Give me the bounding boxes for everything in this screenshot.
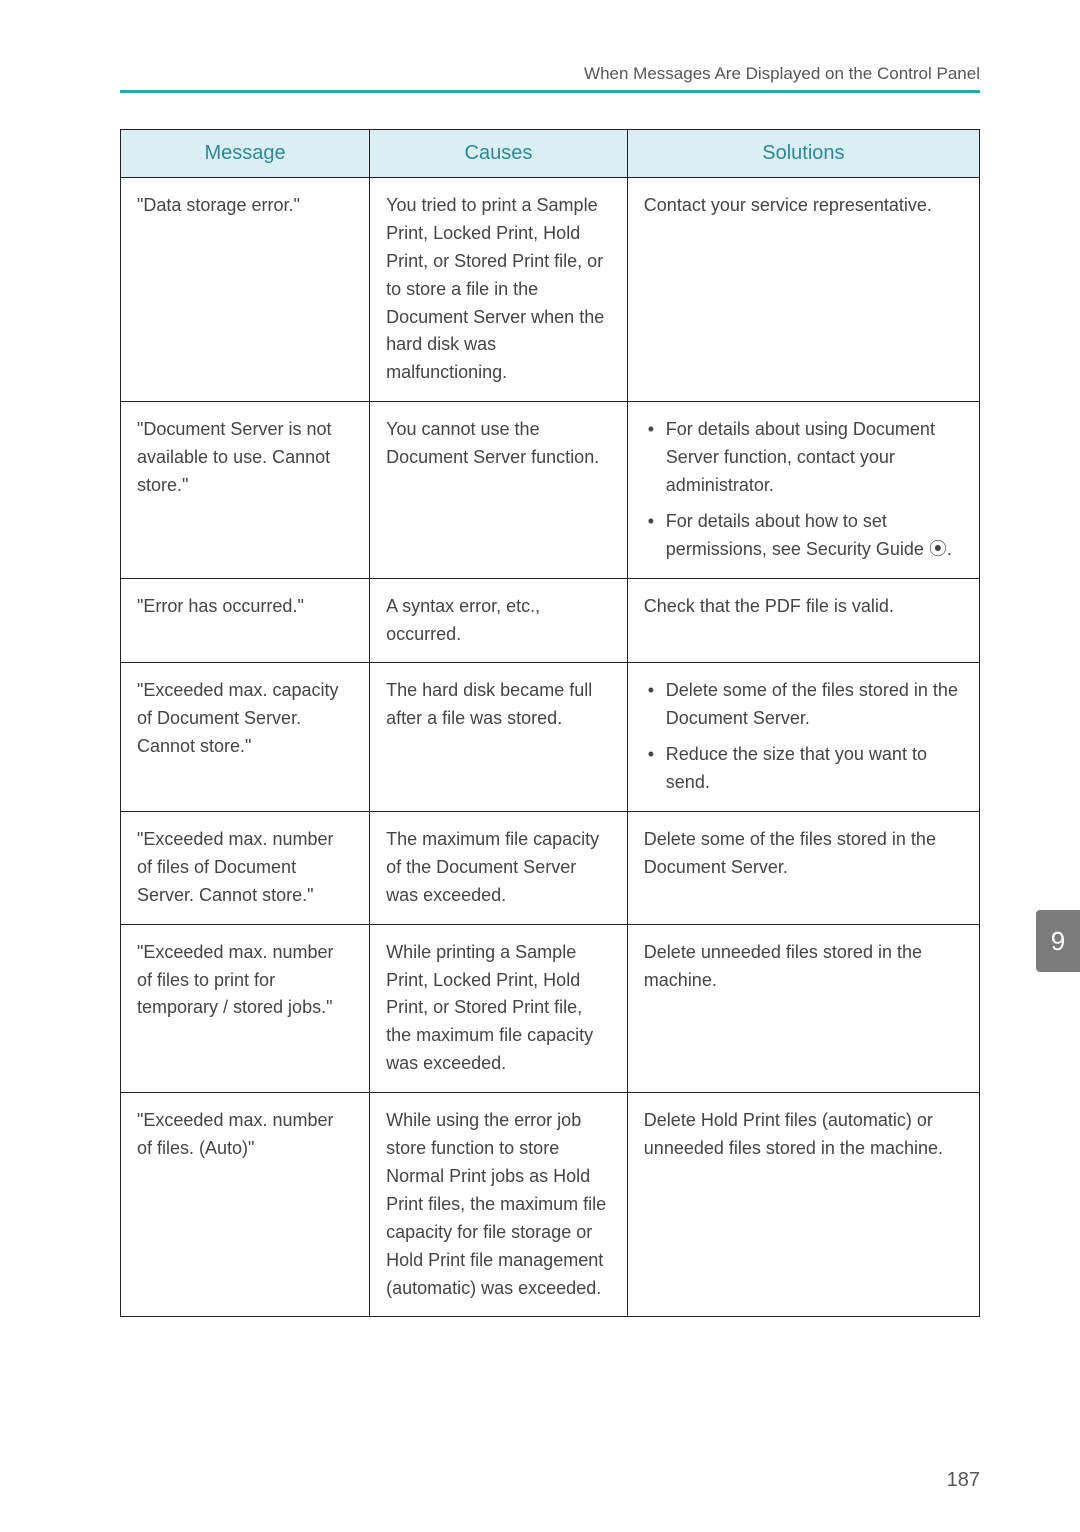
cell-solutions: Check that the PDF file is valid. xyxy=(627,578,979,663)
cell-message: "Data storage error." xyxy=(121,178,370,402)
troubleshooting-table: Message Causes Solutions "Data storage e… xyxy=(120,129,980,1317)
cell-message: "Exceeded max. number of files to print … xyxy=(121,924,370,1092)
cell-causes: While using the error job store function… xyxy=(370,1093,628,1317)
table-row: "Exceeded max. number of files. (Auto)" … xyxy=(121,1093,980,1317)
cell-message: "Exceeded max. number of files. (Auto)" xyxy=(121,1093,370,1317)
cell-causes: You tried to print a Sample Print, Locke… xyxy=(370,178,628,402)
cell-solutions: Contact your service representative. xyxy=(627,178,979,402)
list-item: For details about how to set permissions… xyxy=(644,508,963,564)
cell-message: "Exceeded max. capacity of Document Serv… xyxy=(121,663,370,812)
list-item: For details about using Document Server … xyxy=(644,416,963,500)
solutions-list: Delete some of the files stored in the D… xyxy=(644,677,963,797)
cell-solutions: Delete some of the files stored in the D… xyxy=(627,663,979,812)
header-rule xyxy=(120,90,980,93)
table-row: "Document Server is not available to use… xyxy=(121,402,980,578)
solutions-list: For details about using Document Server … xyxy=(644,416,963,563)
page-header: When Messages Are Displayed on the Contr… xyxy=(120,64,980,93)
cell-causes: You cannot use the Document Server funct… xyxy=(370,402,628,578)
page-number: 187 xyxy=(947,1469,980,1492)
cell-causes: The maximum file capacity of the Documen… xyxy=(370,812,628,925)
running-title: When Messages Are Displayed on the Contr… xyxy=(120,64,980,90)
col-header-message: Message xyxy=(121,130,370,178)
list-item: Reduce the size that you want to send. xyxy=(644,741,963,797)
table-row: "Exceeded max. capacity of Document Serv… xyxy=(121,663,980,812)
list-item-text: For details about how to set permissions… xyxy=(666,511,952,559)
table-row: "Error has occurred." A syntax error, et… xyxy=(121,578,980,663)
table-row: "Exceeded max. number of files to print … xyxy=(121,924,980,1092)
table-row: "Exceeded max. number of files of Docume… xyxy=(121,812,980,925)
cell-solutions: For details about using Document Server … xyxy=(627,402,979,578)
cell-message: "Exceeded max. number of files of Docume… xyxy=(121,812,370,925)
section-tab: 9 xyxy=(1036,910,1080,972)
col-header-causes: Causes xyxy=(370,130,628,178)
cell-solutions: Delete unneeded files stored in the mach… xyxy=(627,924,979,1092)
list-item: Delete some of the files stored in the D… xyxy=(644,677,963,733)
cell-solutions: Delete some of the files stored in the D… xyxy=(627,812,979,925)
cell-message: "Document Server is not available to use… xyxy=(121,402,370,578)
cell-message: "Error has occurred." xyxy=(121,578,370,663)
table-row: "Data storage error." You tried to print… xyxy=(121,178,980,402)
cell-solutions: Delete Hold Print files (automatic) or u… xyxy=(627,1093,979,1317)
cell-causes: The hard disk became full after a file w… xyxy=(370,663,628,812)
cell-causes: A syntax error, etc., occurred. xyxy=(370,578,628,663)
cell-causes: While printing a Sample Print, Locked Pr… xyxy=(370,924,628,1092)
col-header-solutions: Solutions xyxy=(627,130,979,178)
